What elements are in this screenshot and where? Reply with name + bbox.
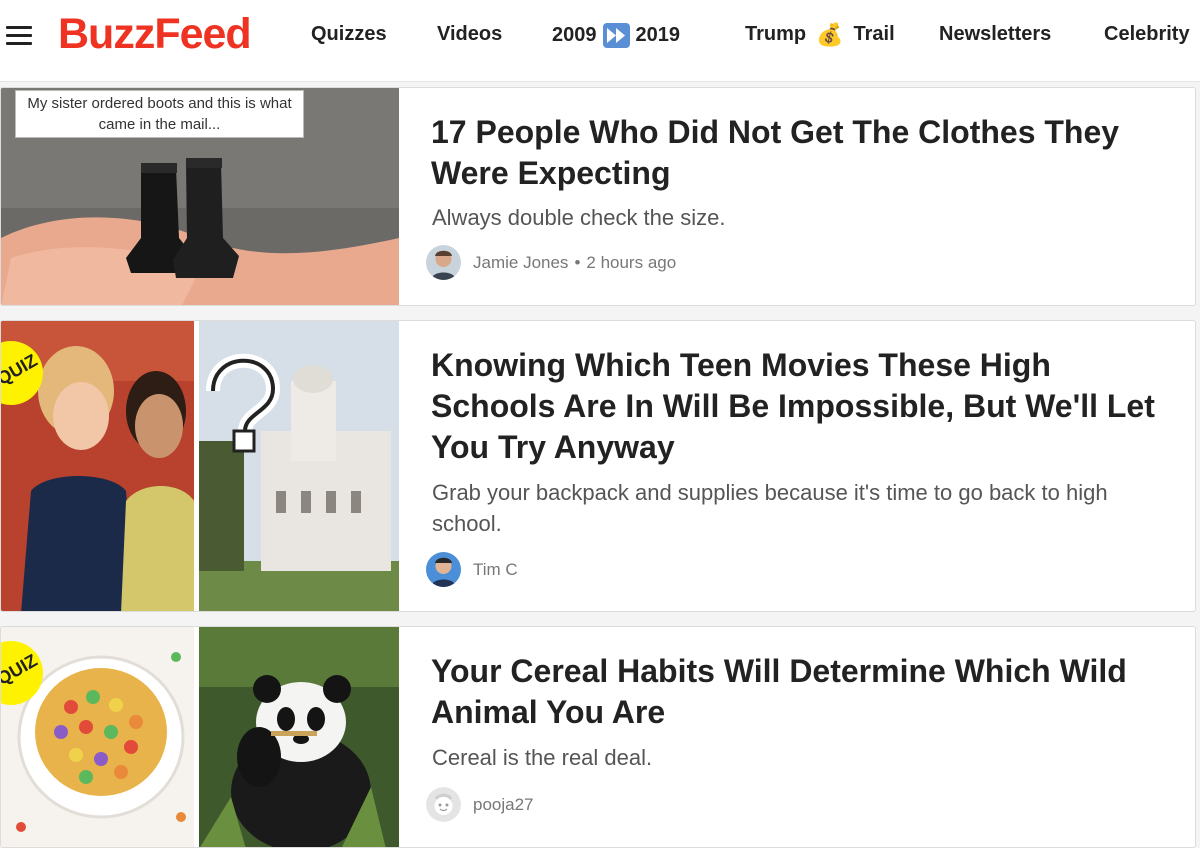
nav-2009-2019[interactable]: 2009 2019 [552, 23, 680, 48]
nav-year-start: 2009 [552, 24, 597, 46]
article-card[interactable]: QUIZ Your Cereal Habits Will Determine W… [0, 626, 1196, 848]
article-byline: Tim C [426, 552, 518, 587]
author-name[interactable]: Tim C [473, 560, 518, 580]
article-card[interactable]: QUIZ Knowing Which Teen Movies These Hig… [0, 320, 1196, 612]
buzzfeed-logo[interactable]: BuzzFeed [58, 10, 252, 59]
nav-trump: Trump [745, 23, 807, 45]
nav-videos[interactable]: Videos [437, 23, 502, 46]
default-avatar-icon[interactable] [426, 787, 461, 822]
post-time: 2 hours ago [586, 252, 677, 272]
article-description: Always double check the size. [432, 205, 726, 230]
author-avatar[interactable] [426, 552, 461, 587]
article-title[interactable]: 17 People Who Did Not Get The Clothes Th… [431, 112, 1171, 194]
article-thumbnail[interactable]: My sister ordered boots and this is what… [1, 88, 399, 305]
article-byline: Jamie Jones • 2 hours ago [426, 245, 676, 280]
author-name[interactable]: pooja27 [473, 795, 534, 815]
nav-year-end: 2019 [635, 24, 681, 46]
article-title[interactable]: Knowing Which Teen Movies These High Sch… [431, 345, 1171, 468]
hamburger-menu-icon[interactable] [6, 26, 32, 46]
author-name[interactable]: Jamie Jones [473, 253, 568, 273]
cereal-panda-photo [1, 627, 399, 847]
thumbnail-caption: My sister ordered boots and this is what… [15, 90, 304, 138]
article-thumbnail[interactable]: QUIZ [1, 627, 399, 847]
nav-celebrity[interactable]: Celebrity [1104, 23, 1190, 46]
nav-trump-trail[interactable]: Trump 💰 Trail [745, 23, 895, 46]
byline-separator: • [574, 252, 581, 272]
article-byline: pooja27 [426, 787, 534, 822]
article-title[interactable]: Your Cereal Habits Will Determine Which … [431, 651, 1171, 733]
article-description: Grab your backpack and supplies because … [432, 480, 1108, 536]
nav-trail: Trail [853, 23, 895, 45]
nav-quizzes[interactable]: Quizzes [311, 23, 387, 46]
fast-forward-icon [602, 23, 630, 48]
article-thumbnail[interactable]: QUIZ [1, 321, 399, 611]
site-header: BuzzFeed Quizzes Videos 2009 2019 Trump … [0, 0, 1200, 82]
author-avatar[interactable] [426, 245, 461, 280]
article-card[interactable]: My sister ordered boots and this is what… [0, 87, 1196, 306]
nav-newsletters[interactable]: Newsletters [939, 23, 1051, 46]
teen-movies-photo [1, 321, 399, 611]
money-bag-icon: 💰 [816, 21, 844, 47]
article-description: Cereal is the real deal. [432, 745, 653, 770]
